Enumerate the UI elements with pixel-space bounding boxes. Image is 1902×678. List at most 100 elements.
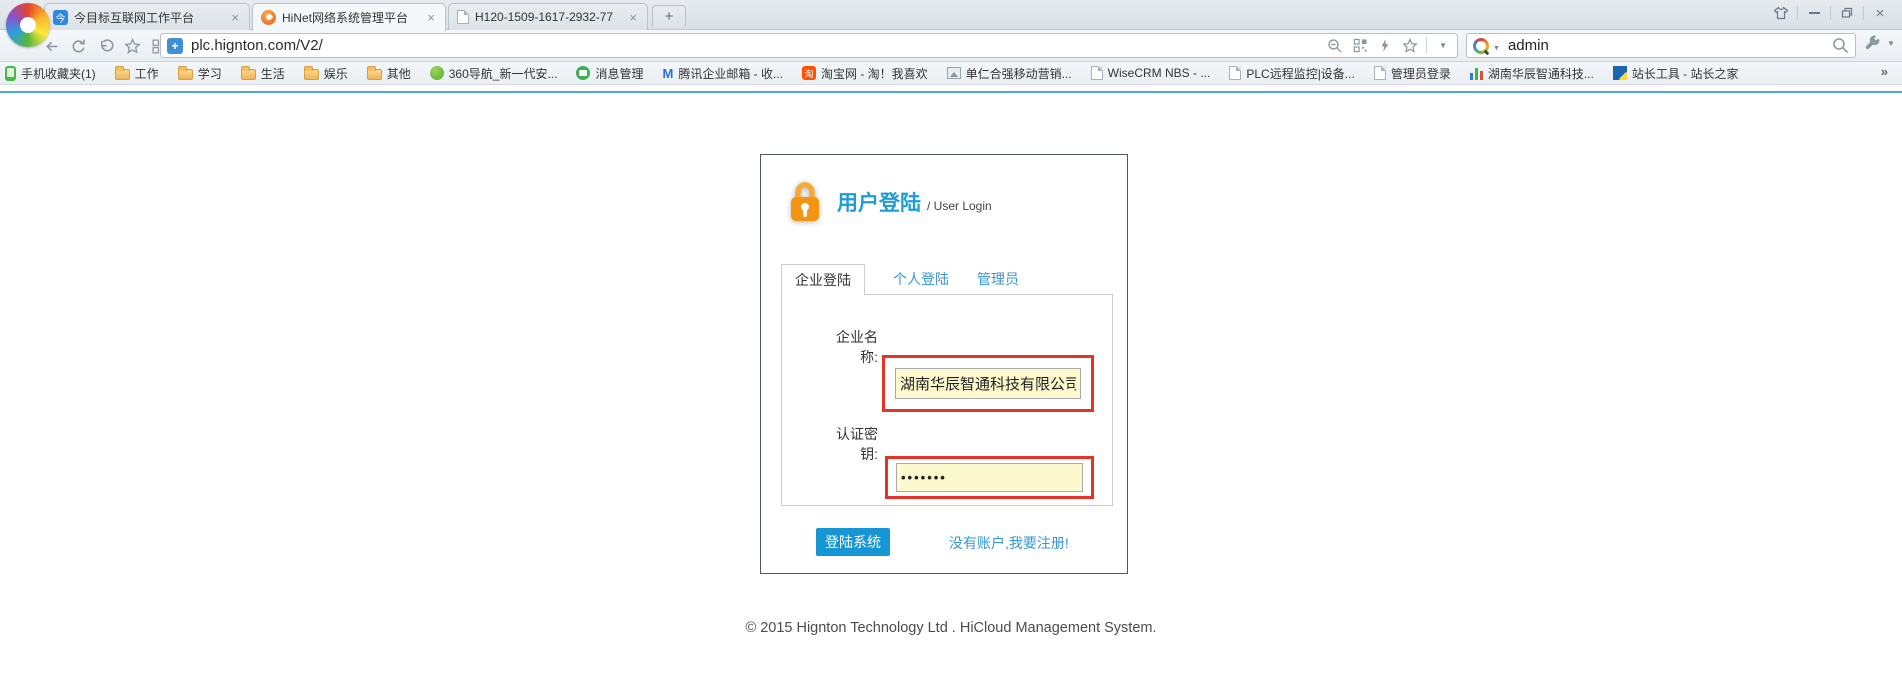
bookmark-label: 其他: [387, 65, 411, 82]
bookmark-star-icon[interactable]: [1402, 38, 1418, 54]
bookmark-item[interactable]: M腾讯企业邮箱 - 收...: [662, 65, 783, 82]
jinmubiao-favicon: 今: [53, 10, 68, 25]
tab-personal-login[interactable]: 个人登陆: [893, 264, 949, 295]
search-box[interactable]: ▼ admin: [1466, 33, 1856, 58]
login-panel: 用户登陆 / User Login 企业登陆 个人登陆 管理员 企业名称: 认证…: [760, 154, 1128, 574]
divider: [1426, 37, 1427, 54]
tools-caret-icon[interactable]: ▼: [1883, 39, 1899, 48]
bookmark-item[interactable]: 湖南华辰智通科技...: [1470, 65, 1594, 82]
bookmark-item[interactable]: 360导航_新一代安...: [430, 65, 558, 82]
tools-wrench-icon[interactable]: ▼: [1864, 35, 1899, 52]
bookmarks-bar: 手机收藏夹(1) 工作 学习 生活 娱乐 其他 360导航_新一代安... 消息…: [0, 62, 1902, 85]
bookmark-label: 站长工具 - 站长之家: [1632, 65, 1739, 82]
search-engine-caret-icon[interactable]: ▼: [1493, 45, 1500, 52]
new-tab-button[interactable]: +: [652, 5, 686, 27]
login-tabs: 企业登陆 个人登陆 管理员: [781, 264, 1019, 295]
favorite-star-icon[interactable]: [123, 37, 141, 55]
login-title-zh: 用户登陆: [837, 187, 921, 217]
qr-code-icon[interactable]: [1353, 38, 1368, 53]
bookmark-item[interactable]: PLC远程监控|设备...: [1229, 65, 1354, 82]
bookmark-item[interactable]: 消息管理: [576, 65, 643, 82]
register-link[interactable]: 没有账户,我要注册!: [949, 533, 1069, 553]
back-icon[interactable]: [42, 37, 60, 55]
tab-hinet-active[interactable]: HiNet网络系统管理平台 ×: [252, 3, 446, 31]
company-name-input[interactable]: [895, 368, 1081, 399]
lock-icon: [785, 177, 825, 225]
minimize-icon[interactable]: [1798, 3, 1830, 23]
login-form-panel: 企业名称: 认证密钥:: [781, 294, 1113, 506]
bookmark-item[interactable]: 生活: [241, 65, 285, 82]
folder-icon: [367, 69, 382, 80]
bookmark-label: WiseCRM NBS - ...: [1108, 66, 1211, 80]
tab-jinmubiao[interactable]: 今 今目标互联网工作平台 ×: [44, 3, 250, 30]
chinaz-icon: [1613, 66, 1627, 80]
bookmark-label: 学习: [198, 65, 222, 82]
address-bar[interactable]: + plc.hignton.com/V2/ ▼: [160, 33, 1458, 58]
folder-icon: [241, 69, 256, 80]
search-input[interactable]: admin: [1504, 37, 1828, 54]
search-engine-icon[interactable]: [1473, 38, 1489, 54]
bookmarks-overflow-icon[interactable]: »: [1881, 64, 1888, 79]
bookmark-label: 湖南华辰智通科技...: [1488, 65, 1594, 82]
login-button[interactable]: 登陆系统: [816, 528, 890, 556]
taobao-icon: 淘: [802, 66, 816, 80]
login-title-en: / User Login: [927, 199, 992, 213]
zoom-out-icon[interactable]: [1327, 38, 1343, 54]
browser-window: 今 今目标互联网工作平台 × HiNet网络系统管理平台 × H120-1509…: [0, 0, 1902, 678]
tab-enterprise-login[interactable]: 企业登陆: [781, 264, 865, 295]
close-window-icon[interactable]: ×: [1864, 3, 1896, 23]
phone-icon: [5, 66, 16, 81]
restore-window-icon[interactable]: [1831, 3, 1863, 23]
tab-title: 今目标互联网工作平台: [74, 9, 223, 26]
annotation-red-box: [882, 355, 1094, 412]
footer-copyright: © 2015 Hignton Technology Ltd . HiCloud …: [0, 620, 1902, 636]
bookmark-label: PLC远程监控|设备...: [1246, 65, 1354, 82]
url-dropdown-icon[interactable]: ▼: [1435, 41, 1451, 50]
tab-administrator[interactable]: 管理员: [977, 264, 1019, 295]
bookmark-label: 管理员登录: [1391, 65, 1451, 82]
folder-icon: [178, 69, 193, 80]
page-top-divider: [0, 91, 1902, 93]
navigation-bar: + plc.hignton.com/V2/ ▼ ▼: [0, 30, 1902, 62]
message-icon: [576, 66, 590, 80]
page-icon: [1229, 66, 1241, 80]
bookmark-item[interactable]: 其他: [367, 65, 411, 82]
bookmark-label: 消息管理: [595, 65, 643, 82]
skin-tshirt-icon[interactable]: [1765, 3, 1797, 23]
page-favicon: [457, 10, 469, 24]
bookmark-item[interactable]: WiseCRM NBS - ...: [1091, 66, 1211, 80]
tab-title: H120-1509-1617-2932-77: [475, 10, 621, 24]
tab-close-icon[interactable]: ×: [229, 10, 241, 25]
bookmark-item[interactable]: 工作: [115, 65, 159, 82]
hinet-favicon: [261, 10, 276, 25]
login-title: 用户登陆 / User Login: [837, 187, 992, 217]
bookmark-item[interactable]: 站长工具 - 站长之家: [1613, 65, 1739, 82]
bookmark-item[interactable]: 单仁合强移动营销...: [947, 65, 1072, 82]
refresh-icon[interactable]: [69, 37, 87, 55]
site-shield-icon[interactable]: +: [167, 38, 183, 54]
bookmark-item[interactable]: 管理员登录: [1374, 65, 1451, 82]
bookmark-item[interactable]: 学习: [178, 65, 222, 82]
bookmark-label: 手机收藏夹(1): [21, 65, 96, 82]
undo-icon[interactable]: [96, 37, 114, 55]
photo-icon: [947, 67, 961, 79]
url-text[interactable]: plc.hignton.com/V2/: [191, 37, 1319, 54]
bookmark-item[interactable]: 淘淘宝网 - 淘！我喜欢: [802, 65, 928, 82]
360-nav-icon: [430, 66, 444, 80]
search-magnifier-icon[interactable]: [1832, 37, 1849, 54]
tab-close-icon[interactable]: ×: [627, 10, 639, 25]
browser-logo-icon[interactable]: [6, 3, 50, 47]
bookmark-label: 生活: [261, 65, 285, 82]
auth-key-input[interactable]: [896, 463, 1083, 492]
bookmark-item[interactable]: 娱乐: [304, 65, 348, 82]
tab-h120[interactable]: H120-1509-1617-2932-77 ×: [448, 3, 648, 30]
bookmark-label: 娱乐: [324, 65, 348, 82]
tab-close-icon[interactable]: ×: [425, 10, 437, 25]
tab-bar: 今 今目标互联网工作平台 × HiNet网络系统管理平台 × H120-1509…: [0, 0, 1902, 30]
bar-chart-icon: [1470, 67, 1483, 80]
bookmark-label: 腾讯企业邮箱 - 收...: [678, 65, 783, 82]
bookmark-label: 360导航_新一代安...: [449, 65, 558, 82]
auth-key-label: 认证密钥:: [828, 424, 878, 464]
bookmark-item[interactable]: 手机收藏夹(1): [5, 65, 96, 82]
lightning-icon[interactable]: [1378, 38, 1392, 53]
